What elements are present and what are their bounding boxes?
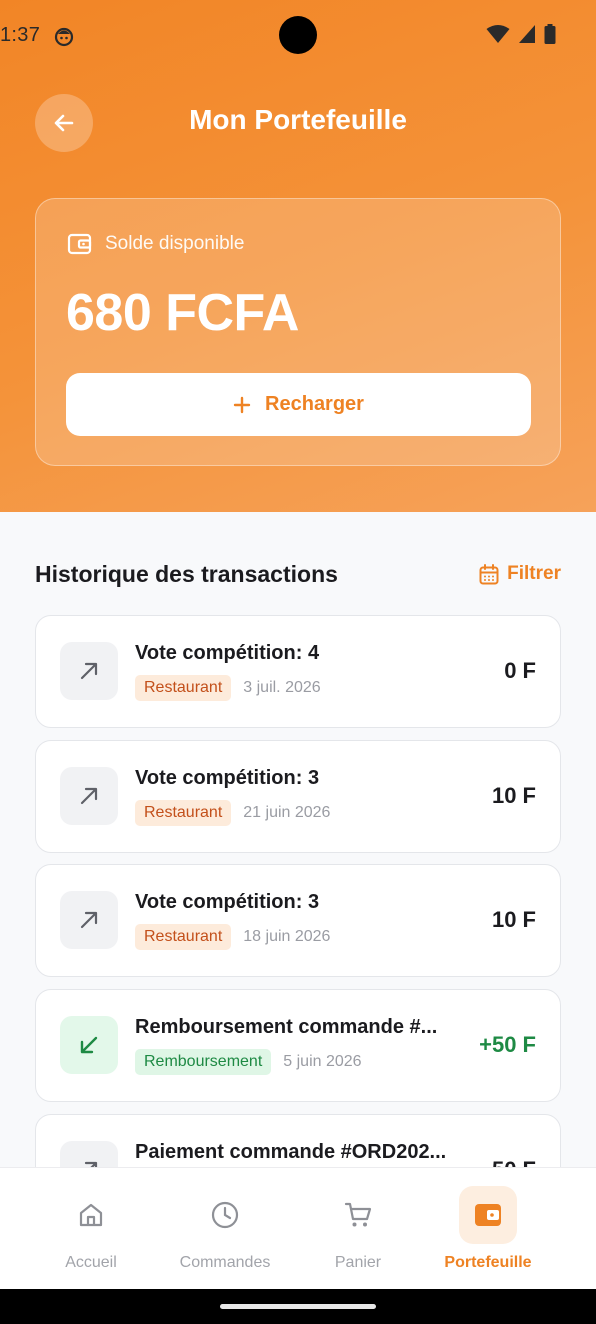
nav-label: Portefeuille [444,1254,532,1271]
transaction-amount: 10 F [491,907,536,932]
wallet-icon [67,233,92,255]
transaction-amount: 50 F [492,1157,536,1167]
category-badge: Restaurant [135,800,232,826]
transaction-meta: Restaurant 18 juin 2026 [135,924,330,950]
transaction-title: Vote compétition: 3 [135,891,320,913]
arrow-down-left-icon [80,1036,98,1054]
transaction-amount: +50 F [479,1032,536,1057]
transaction-meta: Restaurant 3 juil. 2026 [135,675,321,701]
status-time: 1:37 [0,24,41,46]
arrow-up-right-icon [80,911,98,929]
nav-icon-container [329,1186,387,1244]
recharge-label: Recharger [265,393,364,415]
bottom-navigation: Accueil Commandes Panier Portefeuille [0,1167,596,1289]
wifi-icon [486,25,510,43]
transaction-meta: Remboursement 5 juin 2026 [135,1049,362,1075]
arrow-up-right-icon [80,787,98,805]
transaction-date: 18 juin 2026 [243,928,331,945]
outgoing-transaction-icon [60,642,118,700]
transaction-title: Vote compétition: 3 [135,767,320,789]
category-badge: Restaurant [135,675,232,701]
nav-icon-container [62,1186,120,1244]
history-title: Historique des transactions [35,561,338,587]
transaction-amount: 10 F [491,783,536,808]
battery-icon [544,24,556,44]
home-icon [79,1203,103,1227]
transaction-card[interactable]: Vote compétition: 4 Restaurant 3 juil. 2… [35,615,561,728]
outgoing-transaction-icon [60,767,118,825]
calendar-icon [479,563,499,584]
incoming-transaction-icon [60,1016,118,1074]
filter-button[interactable]: Filtrer [479,563,561,585]
transaction-date: 5 juin 2026 [283,1053,362,1070]
balance-label-row: Solde disponible [67,232,244,256]
nav-label: Commandes [179,1254,271,1271]
nav-label: Accueil [65,1254,117,1271]
nav-item-commandes[interactable]: Commandes [165,1168,285,1290]
transaction-title: Remboursement commande #... [135,1016,438,1038]
transaction-date: 21 juin 2026 [243,804,331,821]
nav-icon-container [459,1186,517,1244]
outgoing-transaction-icon [60,1141,118,1167]
plus-icon [233,396,251,413]
balance-label: Solde disponible [105,233,245,254]
nav-icon-container [196,1186,254,1244]
transaction-title: Paiement commande #ORD202... [135,1141,447,1163]
category-badge: Remboursement [135,1049,272,1075]
nav-item-panier[interactable]: Panier [308,1168,408,1290]
outgoing-transaction-icon [60,891,118,949]
wallet-icon [475,1204,501,1226]
system-gesture-bar [0,1289,596,1324]
transaction-date: 3 juil. 2026 [243,679,321,696]
category-badge: Restaurant [135,924,232,950]
arrow-up-right-icon [80,662,98,680]
home-gesture-handle[interactable] [220,1304,376,1309]
transaction-card[interactable]: Vote compétition: 3 Restaurant 18 juin 2… [35,864,561,977]
transaction-list[interactable]: Vote compétition: 4 Restaurant 3 juil. 2… [35,615,561,1167]
cart-icon [344,1202,372,1227]
nav-label: Panier [334,1254,382,1271]
app-notification-icon [54,27,74,47]
arrow-up-right-icon [84,1161,98,1167]
recharge-button[interactable]: Recharger [66,373,531,436]
balance-card: Solde disponible 680 FCFA Recharger [35,198,561,466]
camera-cutout [279,16,317,54]
transaction-card[interactable]: Vote compétition: 3 Restaurant 21 juin 2… [35,740,561,853]
transaction-card[interactable]: Remboursement commande #... Remboursemen… [35,989,561,1102]
transaction-amount: 0 F [504,658,536,683]
transaction-title: Vote compétition: 4 [135,642,320,664]
clock-icon [211,1201,239,1229]
balance-amount: 680 FCFA [66,284,299,342]
transaction-card[interactable]: Paiement commande #ORD202... 50 F [35,1114,561,1167]
wallet-header: 1:37 Mon Portefeuille Solde disponible 6… [0,0,596,512]
signal-icon [519,25,535,43]
page-title: Mon Portefeuille [189,104,407,135]
status-indicators [486,24,556,44]
status-bar: 1:37 [0,0,596,72]
nav-item-portefeuille[interactable]: Portefeuille [428,1168,548,1290]
nav-item-accueil[interactable]: Accueil [41,1168,141,1290]
filter-label: Filtrer [507,563,561,584]
transaction-meta: Restaurant 21 juin 2026 [135,800,330,826]
